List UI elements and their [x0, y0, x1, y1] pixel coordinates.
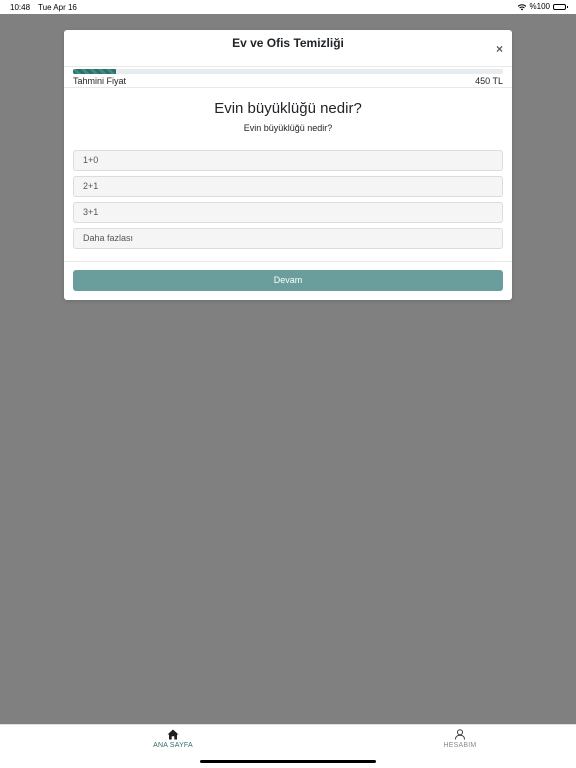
modal-header: Ev ve Ofis Temizliği ×: [64, 30, 512, 67]
wifi-icon: [517, 3, 527, 11]
option-more[interactable]: Daha fazlası: [73, 228, 503, 249]
option-2-1[interactable]: 2+1: [73, 176, 503, 197]
tab-account[interactable]: HESABIM: [420, 729, 500, 749]
cleaning-modal: Ev ve Ofis Temizliği × Tahmini Fiyat 450…: [64, 30, 512, 300]
options-list: 1+0 2+1 3+1 Daha fazlası: [73, 150, 503, 254]
question-title: Evin büyüklüğü nedir?: [214, 100, 362, 117]
status-date: Tue Apr 16: [38, 3, 77, 12]
status-right: %100: [517, 2, 568, 11]
status-left: 10:48 Tue Apr 16: [10, 3, 77, 12]
user-icon: [420, 729, 500, 740]
option-3-1[interactable]: 3+1: [73, 202, 503, 223]
question-subtitle: Evin büyüklüğü nedir?: [243, 123, 333, 133]
progress-bar: [73, 69, 503, 74]
footer-divider: [64, 261, 512, 262]
battery-icon: [553, 3, 568, 10]
estimated-price-label: Tahmini Fiyat: [73, 76, 127, 86]
home-icon: [133, 729, 213, 740]
progress-fill: [73, 69, 116, 74]
estimated-price-value: 450 TL: [475, 76, 503, 86]
tab-home[interactable]: ANA SAYFA: [133, 729, 213, 749]
option-1-0[interactable]: 1+0: [73, 150, 503, 171]
progress-area: Tahmini Fiyat 450 TL: [64, 67, 512, 88]
modal-title: Ev ve Ofis Temizliği: [232, 36, 344, 50]
continue-button[interactable]: Devam: [73, 270, 503, 291]
battery-percent: %100: [529, 2, 550, 11]
home-indicator: [200, 760, 376, 763]
close-button[interactable]: ×: [496, 43, 503, 55]
close-icon: ×: [495, 42, 503, 56]
status-time: 10:48: [10, 3, 31, 12]
tab-home-label: ANA SAYFA: [153, 742, 193, 749]
status-bar: 10:48 Tue Apr 16 %100: [0, 0, 576, 14]
tab-account-label: HESABIM: [443, 742, 477, 749]
